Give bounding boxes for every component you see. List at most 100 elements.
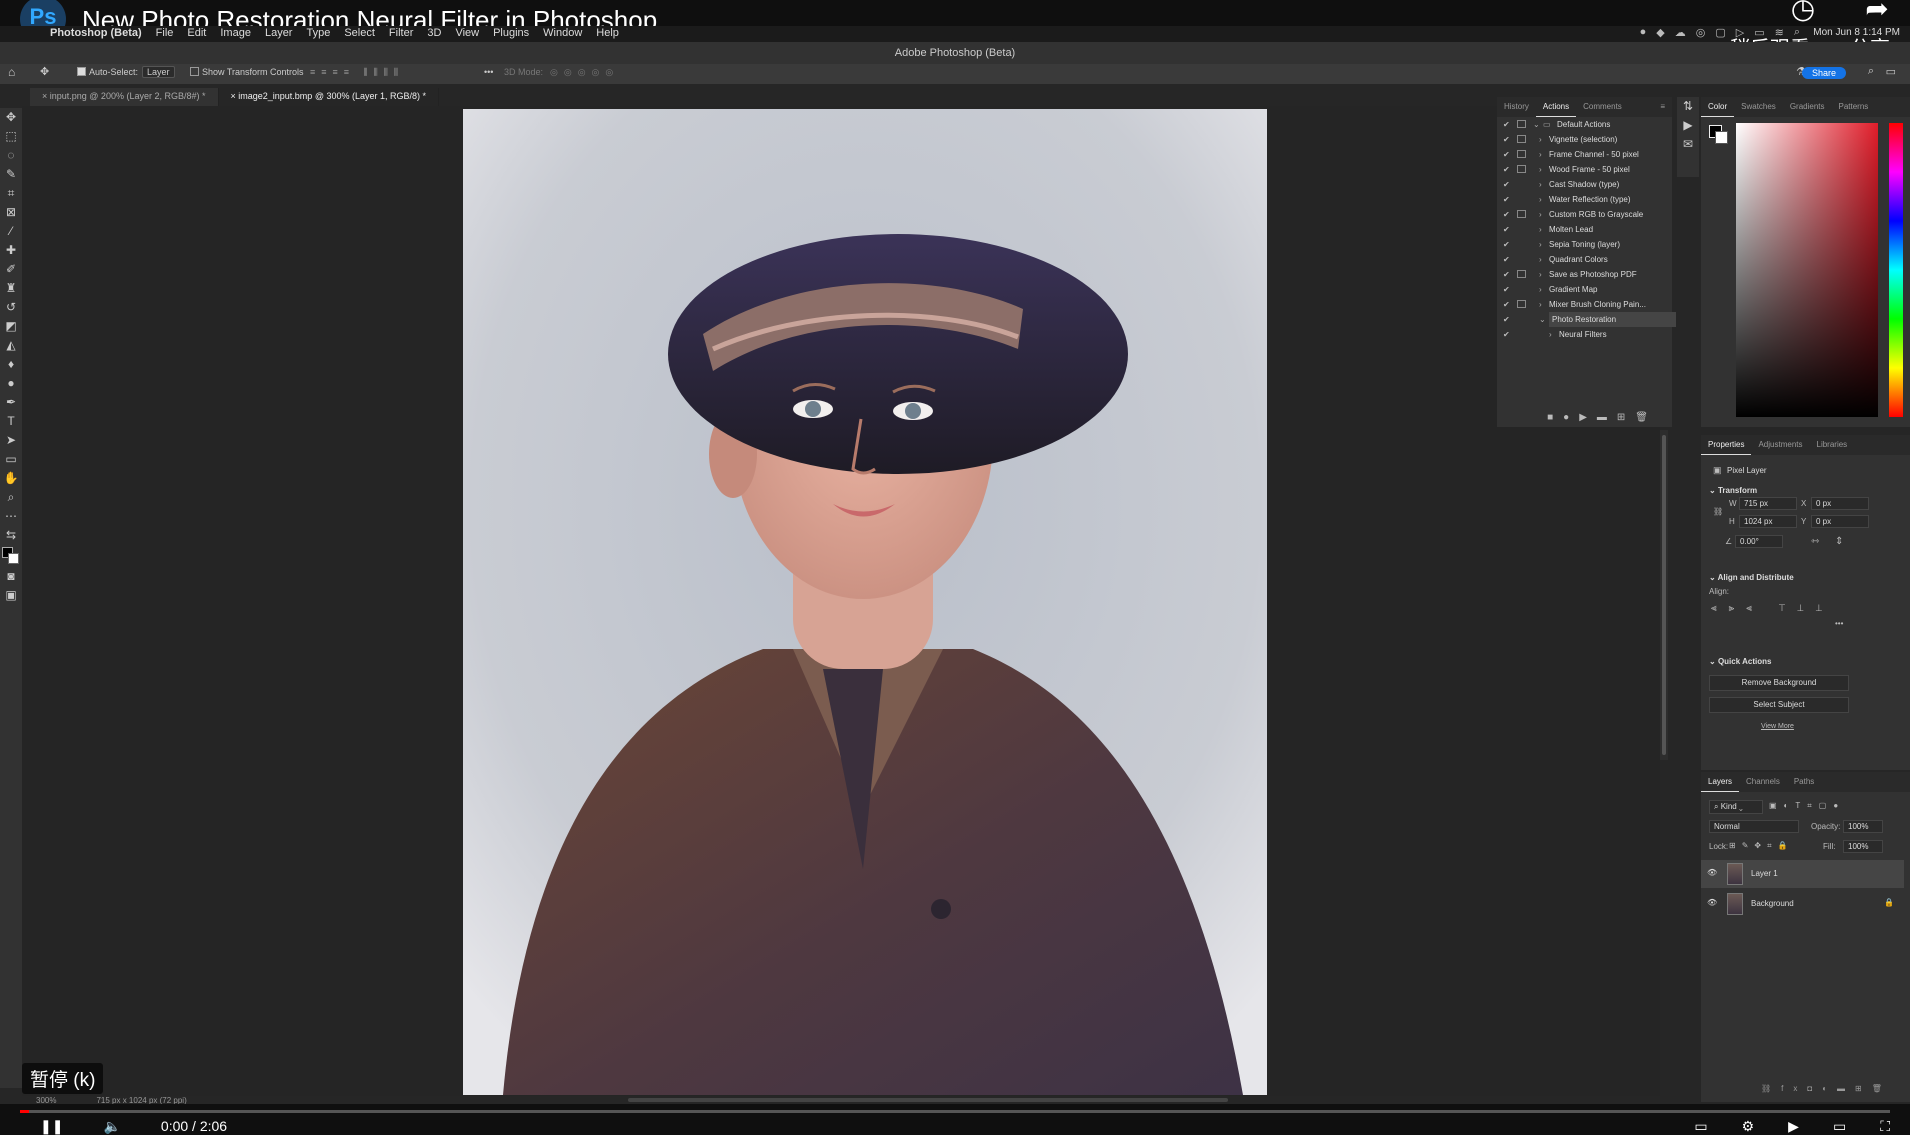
chevron-right-icon[interactable]: ›	[1539, 222, 1542, 237]
horizontal-scrollbar[interactable]	[628, 1098, 1228, 1102]
action-toggle-check-icon[interactable]: ✔	[1503, 207, 1510, 222]
tab-patterns[interactable]: Patterns	[1832, 97, 1876, 117]
comment-icon[interactable]: ✉	[1677, 135, 1699, 154]
show-transform-checkbox[interactable]	[190, 67, 199, 76]
action-toggle-check-icon[interactable]: ✔	[1503, 192, 1510, 207]
opacity-field[interactable]: 100%	[1843, 820, 1883, 833]
move-tool-icon[interactable]: ✥	[40, 65, 49, 78]
tab-comments[interactable]: Comments	[1576, 97, 1629, 117]
dialog-toggle-icon[interactable]	[1517, 135, 1526, 143]
chevron-right-icon[interactable]: ›	[1539, 147, 1542, 162]
action-item[interactable]: ✔ › Gradient Map	[1497, 282, 1672, 297]
volume-icon[interactable]: 🔈	[103, 1118, 120, 1135]
tab-image2-input[interactable]: × image2_input.bmp @ 300% (Layer 1, RGB/…	[218, 88, 439, 106]
lasso-tool-icon[interactable]: ◌	[0, 146, 22, 165]
layer-filter-icons[interactable]: ▣◐T⌗▢●	[1769, 801, 1845, 811]
align-icons[interactable]: ≡≡≡≡ ⫼⫼⫼⫼	[310, 67, 404, 78]
select-subject-button[interactable]: Select Subject	[1709, 697, 1849, 713]
action-toggle-check-icon[interactable]: ✔	[1503, 162, 1510, 177]
tab-paths[interactable]: Paths	[1787, 772, 1821, 792]
menu-item-photoshop-beta[interactable]: Photoshop (Beta)	[50, 27, 142, 39]
youtube-logo-icon[interactable]: ▶	[1788, 1118, 1799, 1135]
eraser-tool-icon[interactable]: ◩	[0, 317, 22, 336]
action-toggle-check-icon[interactable]: ✔	[1503, 267, 1510, 282]
clone-stamp-icon[interactable]: ♜	[0, 279, 22, 298]
height-field[interactable]: 1024 px	[1739, 515, 1797, 528]
dialog-toggle-icon[interactable]	[1517, 300, 1526, 308]
view-more-link[interactable]: View More	[1761, 723, 1794, 730]
action-toggle-check-icon[interactable]: ✔	[1503, 132, 1510, 147]
action-item[interactable]: ✔ › Quadrant Colors	[1497, 252, 1672, 267]
home-icon[interactable]: ⌂	[8, 65, 15, 79]
history-brush-icon[interactable]: ↺	[0, 298, 22, 317]
visibility-eye-icon[interactable]: 👁	[1707, 898, 1717, 907]
restored-portrait-photo[interactable]	[463, 109, 1267, 1095]
play-action-icon[interactable]: ▶	[1677, 116, 1699, 135]
action-toggle-check-icon[interactable]: ✔	[1503, 282, 1510, 297]
action-item[interactable]: ✔ › Save as Photoshop PDF	[1497, 267, 1672, 282]
auto-select-dropdown[interactable]: Layer	[142, 66, 175, 78]
layer-row-background[interactable]: 👁 Background 🔒	[1701, 890, 1904, 918]
more-align-icon[interactable]: •••	[1835, 619, 1843, 628]
tab-libraries[interactable]: Libraries	[1810, 435, 1855, 455]
background-swatch[interactable]	[1715, 131, 1728, 144]
zoom-tool-icon[interactable]: ⌕	[0, 488, 22, 507]
tab-swatches[interactable]: Swatches	[1734, 97, 1783, 117]
action-item[interactable]: ✔ › Sepia Toning (layer)	[1497, 237, 1672, 252]
layer-name[interactable]: Background	[1751, 899, 1794, 908]
action-item[interactable]: ✔ › Neural Filters	[1497, 327, 1672, 342]
kind-filter-dropdown[interactable]: ⌕ Kind ⌄	[1709, 800, 1763, 814]
fill-field[interactable]: 100%	[1843, 840, 1883, 853]
action-item[interactable]: ✔ › Frame Channel - 50 pixel	[1497, 147, 1672, 162]
chevron-right-icon[interactable]: ›	[1539, 237, 1542, 252]
layer-row-layer-1[interactable]: 👁 Layer 1	[1701, 860, 1904, 888]
width-field[interactable]: 715 px	[1739, 497, 1797, 510]
tab-adjustments[interactable]: Adjustments	[1751, 435, 1809, 455]
tab-color[interactable]: Color	[1701, 97, 1735, 117]
menu-item-view[interactable]: View	[455, 27, 479, 39]
record-icon[interactable]: ●	[1640, 26, 1647, 39]
chevron-down-icon[interactable]: ⌄	[1539, 312, 1546, 327]
action-item[interactable]: ✔ ⌄ ▭ Default Actions	[1497, 117, 1672, 132]
dialog-toggle-icon[interactable]	[1517, 165, 1526, 173]
dialog-toggle-icon[interactable]	[1517, 270, 1526, 278]
panel-menu-icon[interactable]: ≡	[1653, 97, 1672, 117]
dialog-toggle-icon[interactable]	[1517, 150, 1526, 158]
chevron-right-icon[interactable]: ›	[1539, 297, 1542, 312]
tab-history[interactable]: History	[1497, 97, 1536, 117]
tab-gradients[interactable]: Gradients	[1783, 97, 1832, 117]
transform-section-title[interactable]: ⌄ Transform	[1709, 486, 1757, 495]
action-item[interactable]: ✔ › Water Reflection (type)	[1497, 192, 1672, 207]
chevron-right-icon[interactable]: ›	[1539, 207, 1542, 222]
action-item[interactable]: ✔ › Molten Lead	[1497, 222, 1672, 237]
y-field[interactable]: 0 px	[1811, 515, 1869, 528]
marquee-tool-icon[interactable]: ⬚	[0, 127, 22, 146]
more-tools-icon[interactable]: ⋯	[0, 507, 22, 526]
auto-select-checkbox[interactable]	[77, 67, 86, 76]
tab-input-png[interactable]: × input.png @ 200% (Layer 2, RGB/8#) *	[30, 88, 219, 106]
color-swatches[interactable]	[0, 545, 22, 567]
visibility-eye-icon[interactable]: 👁	[1707, 868, 1717, 877]
record-icon[interactable]: ●	[1563, 412, 1579, 423]
tab-properties[interactable]: Properties	[1701, 435, 1752, 455]
action-toggle-check-icon[interactable]: ✔	[1503, 297, 1510, 312]
pen-tool-icon[interactable]: ✒	[0, 393, 22, 412]
adjust-icon[interactable]: ⇅	[1677, 97, 1699, 116]
layer-name[interactable]: Layer 1	[1751, 869, 1778, 878]
action-item[interactable]: ✔ › Wood Frame - 50 pixel	[1497, 162, 1672, 177]
flip-horizontal-icon[interactable]: ⇿	[1811, 536, 1819, 547]
menu-item-help[interactable]: Help	[596, 27, 619, 39]
chevron-right-icon[interactable]: ›	[1539, 162, 1542, 177]
chevron-right-icon[interactable]: ›	[1539, 192, 1542, 207]
angle-field[interactable]: 0.00°	[1735, 535, 1783, 548]
chevron-right-icon[interactable]: ›	[1539, 282, 1542, 297]
3d-mode-icons[interactable]: ◎◎◎◎◎	[550, 67, 619, 78]
new-set-icon[interactable]: ▬	[1597, 412, 1617, 423]
chevron-down-icon[interactable]: ⌄	[1533, 117, 1540, 132]
layers-footer-icons[interactable]: ⛓fx◘◐▬⊞🗑	[1761, 1084, 1892, 1093]
delete-icon[interactable]: 🗑	[1635, 412, 1658, 423]
vertical-scrollbar[interactable]	[1660, 430, 1668, 760]
settings-icon[interactable]: ⚙	[1742, 1118, 1755, 1135]
menu-item-plugins[interactable]: Plugins	[493, 27, 529, 39]
share-button[interactable]: Share	[1801, 67, 1846, 79]
